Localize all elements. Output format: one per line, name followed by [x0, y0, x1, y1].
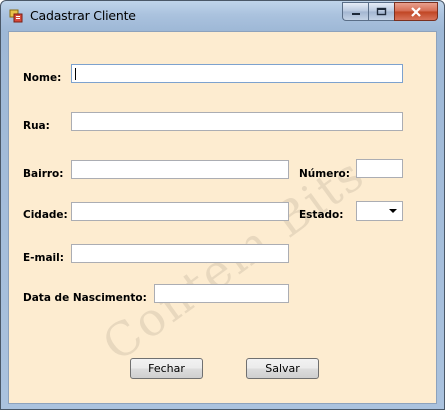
cidade-input[interactable] [71, 202, 289, 221]
form-app-icon [9, 9, 23, 23]
estado-label: Estado: [299, 209, 344, 221]
form-client-area: Contém Bits Nome: Rua: Bairro: Número: C… [8, 31, 437, 404]
title-bar[interactable]: Cadastrar Cliente [1, 1, 444, 31]
estado-dropdown[interactable] [356, 201, 403, 221]
email-label: E-mail: [23, 252, 64, 264]
salvar-button[interactable]: Salvar [246, 358, 319, 379]
numero-label: Número: [299, 168, 350, 180]
close-button[interactable] [394, 2, 438, 21]
maximize-icon [376, 7, 387, 16]
text-caret [75, 68, 76, 80]
nascimento-label: Data de Nascimento: [23, 292, 147, 304]
maximize-button[interactable] [368, 2, 394, 21]
rua-input[interactable] [71, 112, 403, 131]
dropdown-arrow-icon [389, 209, 397, 213]
nome-input[interactable] [71, 64, 403, 83]
close-icon [411, 6, 421, 17]
nome-label: Nome: [23, 72, 62, 84]
fechar-button[interactable]: Fechar [130, 358, 203, 379]
rua-label: Rua: [23, 120, 50, 132]
cidade-label: Cidade: [23, 209, 68, 221]
minimize-icon [351, 12, 360, 15]
bairro-label: Bairro: [23, 168, 64, 180]
nascimento-input[interactable] [154, 284, 289, 303]
window-controls [342, 2, 438, 21]
email-input[interactable] [71, 244, 289, 263]
minimize-button[interactable] [342, 2, 368, 21]
bairro-input[interactable] [71, 160, 289, 179]
app-window: Cadastrar Cliente Contém Bits Nome: Rua:… [0, 0, 445, 410]
numero-input[interactable] [356, 159, 403, 178]
window-title: Cadastrar Cliente [30, 8, 136, 23]
